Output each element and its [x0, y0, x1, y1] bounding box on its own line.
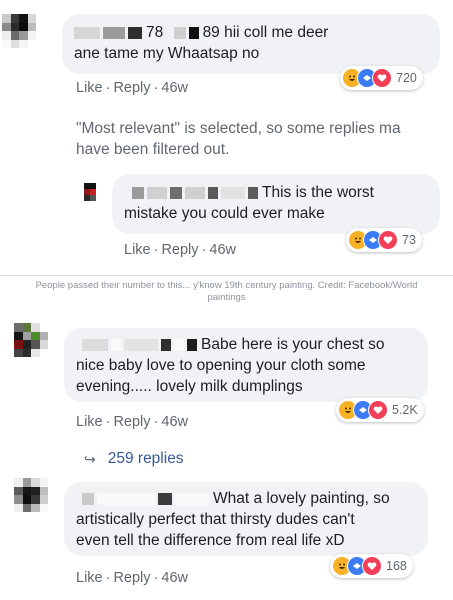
reply-actions: Like · Reply · 46w: [124, 242, 236, 258]
love-reaction-icon: [372, 68, 392, 88]
avatar[interactable]: [14, 478, 48, 512]
avatar[interactable]: [78, 183, 102, 207]
reply-text-line2: mistake you could ever make: [124, 205, 325, 222]
author-name[interactable]: [74, 26, 142, 39]
filter-notice: "Most relevant" is selected, so some rep…: [76, 120, 401, 158]
reactions-summary[interactable]: 720: [340, 66, 423, 90]
timestamp[interactable]: 46w: [161, 80, 188, 96]
like-link[interactable]: Like: [124, 242, 151, 258]
author-name[interactable]: [82, 338, 197, 351]
reaction-count: 720: [396, 71, 417, 85]
comment-text-line3: even tell the difference from real life …: [76, 532, 345, 549]
reply-text-line1: This is the worst: [124, 182, 428, 203]
reply-link[interactable]: Reply: [113, 80, 150, 96]
comment-text-line2: ane tame my Whaatsap no: [74, 45, 260, 62]
comment-bubble: Babe here is your chest so nice baby lov…: [64, 328, 428, 402]
reply-link[interactable]: Reply: [161, 242, 198, 258]
author-name[interactable]: [132, 186, 258, 199]
reaction-count: 168: [386, 559, 407, 573]
timestamp[interactable]: 46w: [209, 242, 236, 258]
comment-actions: Like · Reply · 46w: [76, 80, 188, 96]
like-link[interactable]: Like: [76, 570, 103, 586]
comment-text-line2: nice baby love to opening your cloth som…: [76, 357, 366, 374]
avatar[interactable]: [2, 14, 36, 48]
image-caption: People passed their number to this... y'…: [35, 280, 418, 303]
reactions-summary[interactable]: 168: [330, 554, 413, 578]
comment-bubble: What a lovely painting, so artistically …: [64, 482, 428, 556]
like-link[interactable]: Like: [76, 414, 103, 430]
replies-count[interactable]: 259 replies: [108, 450, 184, 468]
like-link[interactable]: Like: [76, 80, 103, 96]
love-reaction-icon: [378, 230, 398, 250]
reply-link[interactable]: Reply: [113, 414, 150, 430]
comment-text-line1: Babe here is your chest so: [76, 334, 416, 355]
reply-link[interactable]: Reply: [113, 570, 150, 586]
reply-bubble: This is the worst mistake you could ever…: [112, 174, 440, 234]
comment-text-line3: evening..... lovely milk dumplings: [76, 378, 303, 395]
reply-arrow-icon: ↪: [84, 450, 96, 467]
comment-text-line2: artistically perfect that thirsty dudes …: [76, 511, 355, 528]
comment-text-line1: What a lovely painting, so: [76, 488, 416, 509]
comment-actions: Like · Reply · 46w: [76, 570, 188, 586]
reaction-count: 73: [402, 233, 416, 247]
love-reaction-icon: [368, 400, 388, 420]
comment-text-line1: 78 89 hii coll me deer: [74, 22, 428, 43]
divider: [0, 275, 453, 276]
timestamp[interactable]: 46w: [161, 570, 188, 586]
author-name[interactable]: [82, 492, 209, 505]
timestamp[interactable]: 46w: [161, 414, 188, 430]
avatar[interactable]: [14, 323, 48, 357]
reactions-summary[interactable]: 5.2K: [336, 398, 424, 422]
reaction-count: 5.2K: [392, 403, 418, 417]
view-replies-link[interactable]: ↪ 259 replies: [84, 450, 184, 468]
love-reaction-icon: [362, 556, 382, 576]
comment-bubble: 78 89 hii coll me deer ane tame my Whaat…: [62, 14, 440, 74]
comment-actions: Like · Reply · 46w: [76, 414, 188, 430]
reactions-summary[interactable]: 73: [346, 228, 422, 252]
